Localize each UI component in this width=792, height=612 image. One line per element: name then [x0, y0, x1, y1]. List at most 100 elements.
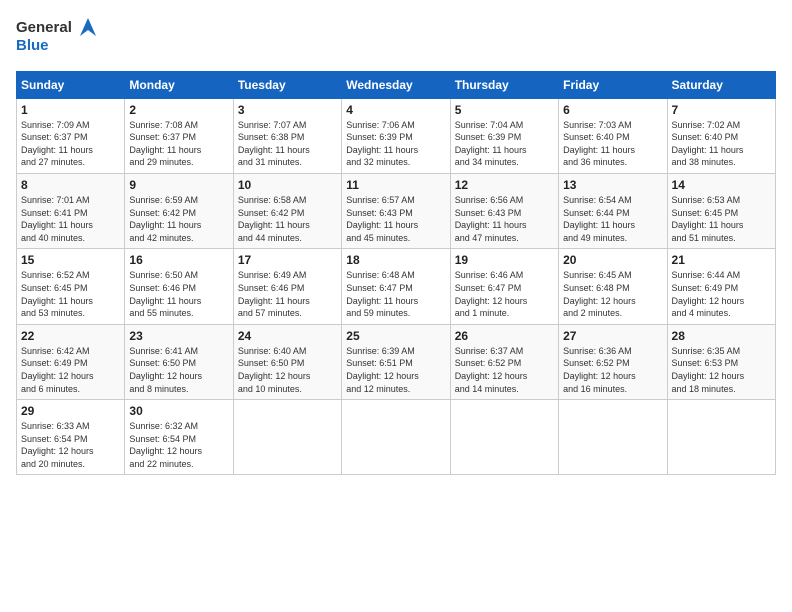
day-info: Sunrise: 6:33 AMSunset: 6:54 PMDaylight:… [21, 421, 94, 469]
weekday-saturday: Saturday [667, 71, 775, 98]
day-number: 21 [672, 253, 771, 267]
day-cell-3: 3 Sunrise: 7:07 AMSunset: 6:38 PMDaylight… [233, 98, 341, 173]
day-info: Sunrise: 6:46 AMSunset: 6:47 PMDaylight:… [455, 270, 528, 318]
page-header: General Blue [16, 16, 776, 63]
day-info: Sunrise: 7:06 AMSunset: 6:39 PMDaylight:… [346, 120, 418, 168]
day-cell-16: 16 Sunrise: 6:50 AMSunset: 6:46 PMDayligh… [125, 249, 233, 324]
empty-cell [559, 400, 667, 475]
day-info: Sunrise: 7:09 AMSunset: 6:37 PMDaylight:… [21, 120, 93, 168]
day-number: 26 [455, 329, 554, 343]
day-info: Sunrise: 6:42 AMSunset: 6:49 PMDaylight:… [21, 346, 94, 394]
day-number: 2 [129, 103, 228, 117]
day-info: Sunrise: 6:49 AMSunset: 6:46 PMDaylight:… [238, 270, 310, 318]
day-number: 17 [238, 253, 337, 267]
day-info: Sunrise: 6:40 AMSunset: 6:50 PMDaylight:… [238, 346, 311, 394]
day-cell-11: 11 Sunrise: 6:57 AMSunset: 6:43 PMDayligh… [342, 173, 450, 248]
weekday-tuesday: Tuesday [233, 71, 341, 98]
day-cell-17: 17 Sunrise: 6:49 AMSunset: 6:46 PMDayligh… [233, 249, 341, 324]
day-number: 25 [346, 329, 445, 343]
day-number: 27 [563, 329, 662, 343]
day-number: 7 [672, 103, 771, 117]
weekday-friday: Friday [559, 71, 667, 98]
day-number: 30 [129, 404, 228, 418]
day-info: Sunrise: 6:57 AMSunset: 6:43 PMDaylight:… [346, 195, 418, 243]
day-number: 16 [129, 253, 228, 267]
day-info: Sunrise: 6:39 AMSunset: 6:51 PMDaylight:… [346, 346, 419, 394]
weekday-header-row: SundayMondayTuesdayWednesdayThursdayFrid… [17, 71, 776, 98]
weekday-wednesday: Wednesday [342, 71, 450, 98]
day-cell-15: 15Sunrise: 6:52 AMSunset: 6:45 PMDayligh… [17, 249, 125, 324]
day-info: Sunrise: 6:54 AMSunset: 6:44 PMDaylight:… [563, 195, 635, 243]
day-number: 3 [238, 103, 337, 117]
day-info: Sunrise: 6:36 AMSunset: 6:52 PMDaylight:… [563, 346, 636, 394]
day-cell-2: 2 Sunrise: 7:08 AMSunset: 6:37 PMDaylight… [125, 98, 233, 173]
day-info: Sunrise: 7:07 AMSunset: 6:38 PMDaylight:… [238, 120, 310, 168]
svg-text:Blue: Blue [16, 37, 49, 54]
day-cell-25: 25 Sunrise: 6:39 AMSunset: 6:51 PMDayligh… [342, 324, 450, 399]
day-cell-26: 26 Sunrise: 6:37 AMSunset: 6:52 PMDayligh… [450, 324, 558, 399]
day-number: 19 [455, 253, 554, 267]
day-number: 22 [21, 329, 120, 343]
week-row-3: 15Sunrise: 6:52 AMSunset: 6:45 PMDayligh… [17, 249, 776, 324]
day-number: 11 [346, 178, 445, 192]
day-number: 1 [21, 103, 120, 117]
day-number: 5 [455, 103, 554, 117]
day-info: Sunrise: 6:37 AMSunset: 6:52 PMDaylight:… [455, 346, 528, 394]
week-row-2: 8 Sunrise: 7:01 AMSunset: 6:41 PMDaylight… [17, 173, 776, 248]
day-number: 4 [346, 103, 445, 117]
day-cell-6: 6 Sunrise: 7:03 AMSunset: 6:40 PMDaylight… [559, 98, 667, 173]
day-number: 12 [455, 178, 554, 192]
day-number: 15 [21, 253, 120, 267]
weekday-monday: Monday [125, 71, 233, 98]
empty-cell [450, 400, 558, 475]
day-cell-21: 21Sunrise: 6:44 AMSunset: 6:49 PMDayligh… [667, 249, 775, 324]
calendar-table: SundayMondayTuesdayWednesdayThursdayFrid… [16, 71, 776, 476]
day-cell-4: 4 Sunrise: 7:06 AMSunset: 6:39 PMDaylight… [342, 98, 450, 173]
day-cell-24: 24 Sunrise: 6:40 AMSunset: 6:50 PMDayligh… [233, 324, 341, 399]
logo-container: General Blue [16, 16, 126, 63]
day-info: Sunrise: 6:53 AMSunset: 6:45 PMDaylight:… [672, 195, 744, 243]
logo: General Blue [16, 16, 126, 63]
week-row-5: 29 Sunrise: 6:33 AMSunset: 6:54 PMDayligh… [17, 400, 776, 475]
day-cell-22: 22 Sunrise: 6:42 AMSunset: 6:49 PMDayligh… [17, 324, 125, 399]
day-info: Sunrise: 6:50 AMSunset: 6:46 PMDaylight:… [129, 270, 201, 318]
day-cell-29: 29 Sunrise: 6:33 AMSunset: 6:54 PMDayligh… [17, 400, 125, 475]
day-cell-14: 14Sunrise: 6:53 AMSunset: 6:45 PMDayligh… [667, 173, 775, 248]
day-info: Sunrise: 6:45 AMSunset: 6:48 PMDaylight:… [563, 270, 636, 318]
day-info: Sunrise: 7:01 AMSunset: 6:41 PMDaylight:… [21, 195, 93, 243]
day-info: Sunrise: 7:03 AMSunset: 6:40 PMDaylight:… [563, 120, 635, 168]
day-cell-5: 5 Sunrise: 7:04 AMSunset: 6:39 PMDaylight… [450, 98, 558, 173]
day-cell-19: 19 Sunrise: 6:46 AMSunset: 6:47 PMDayligh… [450, 249, 558, 324]
weekday-sunday: Sunday [17, 71, 125, 98]
day-info: Sunrise: 6:59 AMSunset: 6:42 PMDaylight:… [129, 195, 201, 243]
day-info: Sunrise: 6:35 AMSunset: 6:53 PMDaylight:… [672, 346, 745, 394]
day-cell-1: 1 Sunrise: 7:09 AMSunset: 6:37 PMDaylight… [17, 98, 125, 173]
day-info: Sunrise: 6:32 AMSunset: 6:54 PMDaylight:… [129, 421, 202, 469]
day-info: Sunrise: 6:56 AMSunset: 6:43 PMDaylight:… [455, 195, 527, 243]
empty-cell [342, 400, 450, 475]
day-number: 20 [563, 253, 662, 267]
day-info: Sunrise: 6:41 AMSunset: 6:50 PMDaylight:… [129, 346, 202, 394]
weekday-thursday: Thursday [450, 71, 558, 98]
day-cell-18: 18Sunrise: 6:48 AMSunset: 6:47 PMDayligh… [342, 249, 450, 324]
day-info: Sunrise: 7:04 AMSunset: 6:39 PMDaylight:… [455, 120, 527, 168]
day-number: 24 [238, 329, 337, 343]
day-cell-28: 28 Sunrise: 6:35 AMSunset: 6:53 PMDayligh… [667, 324, 775, 399]
logo-svg: General Blue [16, 16, 126, 58]
day-cell-9: 9Sunrise: 6:59 AMSunset: 6:42 PMDaylight… [125, 173, 233, 248]
week-row-4: 22 Sunrise: 6:42 AMSunset: 6:49 PMDayligh… [17, 324, 776, 399]
day-number: 8 [21, 178, 120, 192]
empty-cell [667, 400, 775, 475]
day-cell-30: 30 Sunrise: 6:32 AMSunset: 6:54 PMDayligh… [125, 400, 233, 475]
day-cell-27: 27 Sunrise: 6:36 AMSunset: 6:52 PMDayligh… [559, 324, 667, 399]
svg-text:General: General [16, 19, 72, 36]
day-cell-7: 7Sunrise: 7:02 AMSunset: 6:40 PMDaylight… [667, 98, 775, 173]
day-info: Sunrise: 6:58 AMSunset: 6:42 PMDaylight:… [238, 195, 310, 243]
day-cell-23: 23Sunrise: 6:41 AMSunset: 6:50 PMDayligh… [125, 324, 233, 399]
day-info: Sunrise: 6:48 AMSunset: 6:47 PMDaylight:… [346, 270, 418, 318]
day-info: Sunrise: 7:08 AMSunset: 6:37 PMDaylight:… [129, 120, 201, 168]
day-number: 28 [672, 329, 771, 343]
day-number: 29 [21, 404, 120, 418]
day-number: 10 [238, 178, 337, 192]
day-number: 6 [563, 103, 662, 117]
